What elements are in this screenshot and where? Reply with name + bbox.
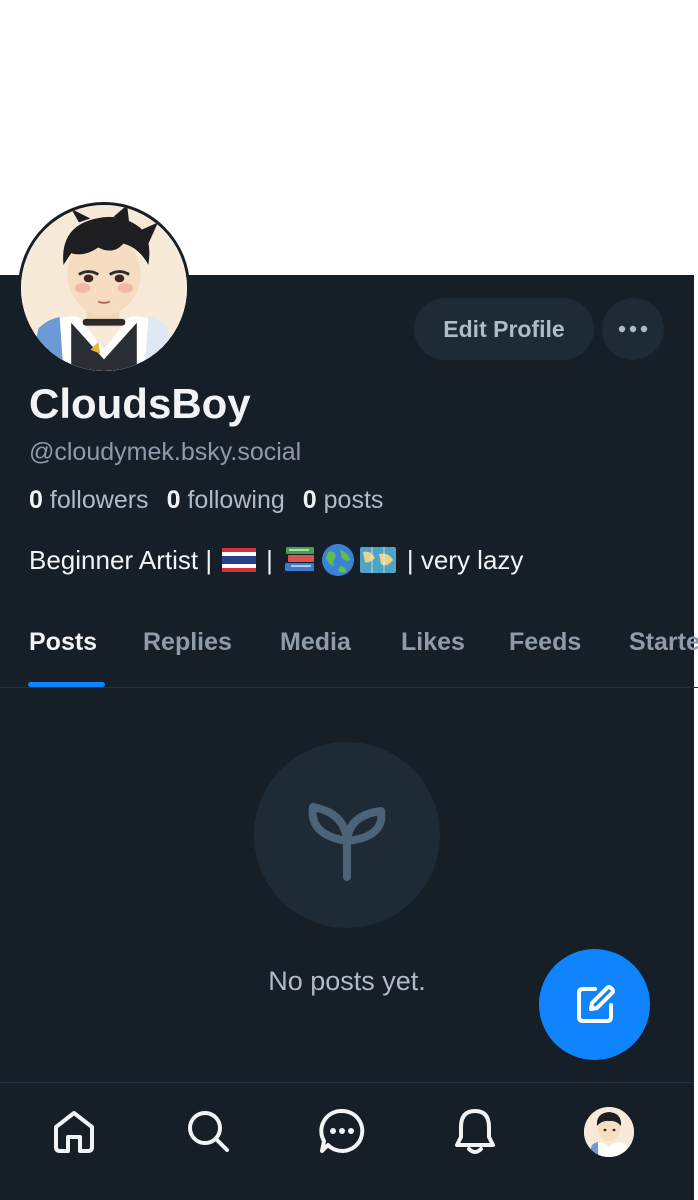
bottom-navigation [0,1082,694,1200]
profile-avatar[interactable] [18,202,190,374]
following-label: following [187,486,285,514]
active-tab-indicator [28,682,105,687]
globe-icon [321,544,354,576]
bell-icon [455,1109,495,1154]
search-icon [188,1111,229,1152]
nav-home[interactable] [50,1107,98,1155]
followers-stat[interactable]: 0 followers [29,486,149,515]
books-icon [284,547,314,571]
tab-posts[interactable]: Posts [29,628,97,657]
empty-state-badge [254,742,440,928]
bio-end-text: | very lazy [406,544,524,575]
followers-label: followers [49,486,149,514]
followers-count: 0 [29,486,43,514]
profile-handle: @cloudymek.bsky.social [29,438,302,466]
map-icon [359,547,396,573]
compose-button[interactable] [539,949,650,1060]
chat-icon [319,1108,365,1153]
profile-bio: Beginner Artist | | | very lazy [29,542,523,578]
tab-feeds[interactable]: Feeds [509,628,581,657]
posts-stat: 0 posts [303,486,384,515]
bio-start-text: Beginner Artist | [29,544,213,575]
nav-profile-avatar[interactable] [584,1107,634,1157]
nav-search[interactable] [184,1107,232,1155]
posts-count: 0 [302,486,317,514]
following-count: 0 [166,486,181,514]
profile-stats: 0 followers 0 following 0 posts [29,486,383,515]
display-name: CloudsBoy [29,380,251,427]
ellipsis-icon [618,325,648,333]
tab-media[interactable]: Media [280,628,351,657]
bio-separator: | [266,544,273,575]
posts-label: posts [323,486,384,514]
thailand-flag-icon [222,548,257,572]
tab-starter-packs[interactable]: Starter Packs [629,628,698,657]
sprout-icon [308,803,386,881]
nav-notifications[interactable] [451,1107,499,1155]
profile-screen: Edit Profile CloudsBoy @cloudymek.bsky.s… [0,0,698,1200]
compose-icon [576,984,615,1023]
profile-tabs: Posts Replies Media Likes Feeds Starter … [0,608,698,688]
nav-chat[interactable] [318,1107,366,1155]
more-options-button[interactable] [602,298,664,360]
edit-profile-button[interactable]: Edit Profile [414,298,594,360]
following-stat[interactable]: 0 following [167,486,285,515]
screen-edge [694,0,698,1200]
home-icon [54,1111,94,1153]
tab-replies[interactable]: Replies [143,628,232,657]
tab-likes[interactable]: Likes [401,628,465,657]
